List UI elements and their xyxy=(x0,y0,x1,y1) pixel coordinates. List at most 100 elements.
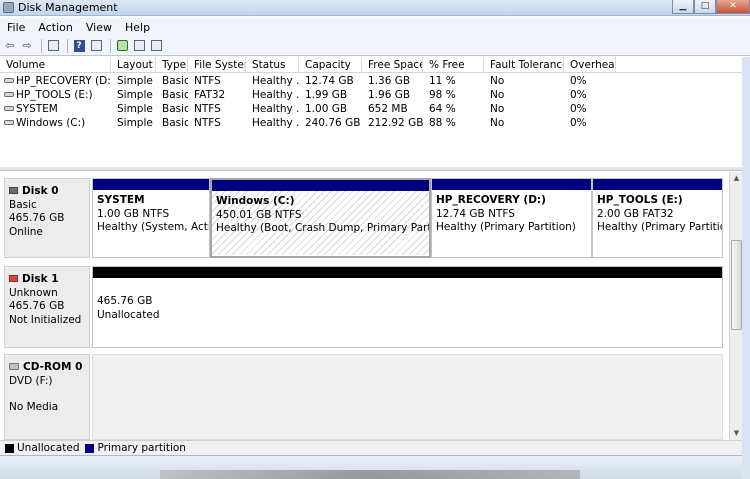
toolbar: ⇦ ⇨ ? xyxy=(0,36,750,56)
menu-help[interactable]: Help xyxy=(118,18,156,36)
percent-free-cell: 11 % xyxy=(429,75,456,87)
properties-icon[interactable] xyxy=(89,39,103,53)
capacity-cell: 240.76 GB xyxy=(305,117,361,129)
menu-action[interactable]: Action xyxy=(31,18,78,36)
scroll-thumb[interactable] xyxy=(731,240,742,330)
partition-system[interactable]: SYSTEM 1.00 GB NTFS Healthy (System, Act… xyxy=(92,178,210,258)
status-cell: Healthy ... xyxy=(252,89,299,101)
disk-warning-icon xyxy=(9,275,18,282)
volume-cell: Windows (C:) xyxy=(0,116,111,130)
fault-tolerance-cell: No xyxy=(490,75,505,87)
partition-size: 450.01 GB NTFS xyxy=(216,208,302,221)
disk-state: Not Initialized xyxy=(9,313,82,326)
volume-row[interactable]: Windows (C:) Simple Basic NTFS Healthy .… xyxy=(0,116,750,130)
legend-bar: Unallocated Primary partition xyxy=(0,440,742,455)
disk-1-label[interactable]: Disk 1 Unknown 465.76 GB Not Initialized xyxy=(4,266,90,348)
percent-free-cell: 88 % xyxy=(429,117,456,129)
pane-splitter[interactable] xyxy=(0,167,750,171)
menu-file[interactable]: File xyxy=(0,18,31,36)
overhead-cell: 0% xyxy=(570,89,587,101)
menu-view[interactable]: View xyxy=(79,18,118,36)
rescan-icon[interactable] xyxy=(132,39,146,53)
volume-row[interactable]: HP_RECOVERY (D:) Simple Basic NTFS Healt… xyxy=(0,74,750,88)
overhead-cell: 0% xyxy=(570,117,587,129)
disk-1-row: Disk 1 Unknown 465.76 GB Not Initialized… xyxy=(4,266,724,348)
cd-drive-icon xyxy=(9,363,19,370)
partition-name: HP_RECOVERY (D:) xyxy=(436,194,546,206)
volume-name: HP_TOOLS (E:) xyxy=(16,89,93,101)
volume-row[interactable]: SYSTEM Simple Basic NTFS Healthy ... 1.0… xyxy=(0,102,750,116)
column-header-capacity[interactable]: Capacity xyxy=(299,57,362,73)
back-arrow-icon[interactable]: ⇦ xyxy=(3,39,17,53)
toolbar-separator xyxy=(41,38,42,53)
status-cell: Healthy ... xyxy=(252,103,299,115)
primary-partition-strip xyxy=(432,179,591,190)
volume-cell: SYSTEM xyxy=(0,102,111,116)
cdrom-0-label[interactable]: CD-ROM 0 DVD (F:) No Media xyxy=(4,354,90,440)
disk-size: 465.76 GB xyxy=(9,212,65,224)
column-header-status[interactable]: Status xyxy=(246,57,299,73)
column-header-file-system[interactable]: File System xyxy=(188,57,246,73)
partition-size: 2.00 GB FAT32 xyxy=(597,207,674,220)
column-header-type[interactable]: Type xyxy=(156,57,188,73)
disk-management-icon xyxy=(3,2,14,13)
fault-tolerance-cell: No xyxy=(490,117,505,129)
toolbar-separator xyxy=(110,38,111,53)
overhead-cell: 0% xyxy=(570,75,587,87)
disk-state: Online xyxy=(9,225,43,238)
free-space-cell: 652 MB xyxy=(368,103,408,115)
file-system-cell: FAT32 xyxy=(194,89,226,101)
disk-0-row: Disk 0 Basic 465.76 GB Online SYSTEM 1.0… xyxy=(4,178,724,258)
free-space-cell: 1.36 GB xyxy=(368,75,411,87)
maximize-button[interactable]: □ xyxy=(694,0,716,14)
cdrom-empty-area xyxy=(92,354,723,440)
volume-cell: HP_RECOVERY (D:) xyxy=(0,74,111,88)
disk-kind: Basic xyxy=(9,198,37,211)
close-button[interactable]: ✕ xyxy=(716,0,750,14)
partition-body: Windows (C:) 450.01 GB NTFS Healthy (Boo… xyxy=(212,191,429,255)
partition-windows-c[interactable]: Windows (C:) 450.01 GB NTFS Healthy (Boo… xyxy=(210,178,431,258)
column-header-overhead[interactable]: Overhead xyxy=(564,57,616,73)
legend-primary-partition: Primary partition xyxy=(97,442,186,454)
layout-cell: Simple xyxy=(117,117,153,129)
disk-0-label[interactable]: Disk 0 Basic 465.76 GB Online xyxy=(4,178,90,258)
partition-hp-tools-e[interactable]: HP_TOOLS (E:) 2.00 GB FAT32 Healthy (Pri… xyxy=(592,178,723,258)
disk-map-pane: Disk 0 Basic 465.76 GB Online SYSTEM 1.0… xyxy=(0,172,728,440)
partition-unallocated[interactable]: 465.76 GB Unallocated xyxy=(92,266,723,348)
toolbar-separator xyxy=(67,38,68,53)
fault-tolerance-cell: No xyxy=(490,89,505,101)
minimize-button[interactable]: ▁ xyxy=(672,0,694,14)
partition-hp-recovery-d[interactable]: HP_RECOVERY (D:) 12.74 GB NTFS Healthy (… xyxy=(431,178,592,258)
unallocated-swatch xyxy=(5,443,14,453)
column-header-percent-free[interactable]: % Free xyxy=(423,57,484,73)
partition-size: 12.74 GB NTFS xyxy=(436,207,515,220)
volume-cell: HP_TOOLS (E:) xyxy=(0,88,111,102)
column-header-free-space[interactable]: Free Space xyxy=(362,57,423,73)
partition-status: Healthy (System, Active, xyxy=(97,221,209,233)
partition-status: Healthy (Boot, Crash Dump, Primary Parti… xyxy=(216,222,429,234)
cdrom-0-row: CD-ROM 0 DVD (F:) No Media xyxy=(4,354,724,440)
title-bar: Disk Management ▁ □ ✕ xyxy=(0,0,750,16)
column-header-fault-tolerance[interactable]: Fault Tolerance xyxy=(484,57,564,73)
help-icon[interactable]: ? xyxy=(72,39,86,53)
column-header-volume[interactable]: Volume xyxy=(0,57,111,73)
volume-icon xyxy=(4,120,14,125)
console-tree-icon[interactable] xyxy=(46,39,60,53)
partition-body: HP_RECOVERY (D:) 12.74 GB NTFS Healthy (… xyxy=(432,190,591,235)
partition-body: SYSTEM 1.00 GB NTFS Healthy (System, Act… xyxy=(93,190,209,235)
capacity-cell: 1.00 GB xyxy=(305,103,348,115)
settings-icon[interactable] xyxy=(149,39,163,53)
volume-row[interactable]: HP_TOOLS (E:) Simple Basic FAT32 Healthy… xyxy=(0,88,750,102)
forward-arrow-icon[interactable]: ⇨ xyxy=(20,39,34,53)
free-space-cell: 1.96 GB xyxy=(368,89,411,101)
partition-body: 465.76 GB Unallocated xyxy=(93,278,722,322)
partition-size: 1.00 GB NTFS xyxy=(97,207,170,220)
capacity-cell: 12.74 GB xyxy=(305,75,354,87)
disk-size: 465.76 GB xyxy=(9,300,65,312)
free-space-cell: 212.92 GB xyxy=(368,117,423,129)
refresh-icon[interactable] xyxy=(115,39,129,53)
column-header-layout[interactable]: Layout xyxy=(111,57,156,73)
disk-pane-scrollbar[interactable]: ▲ ▼ xyxy=(729,172,742,440)
disk-name: Disk 0 xyxy=(22,185,59,197)
